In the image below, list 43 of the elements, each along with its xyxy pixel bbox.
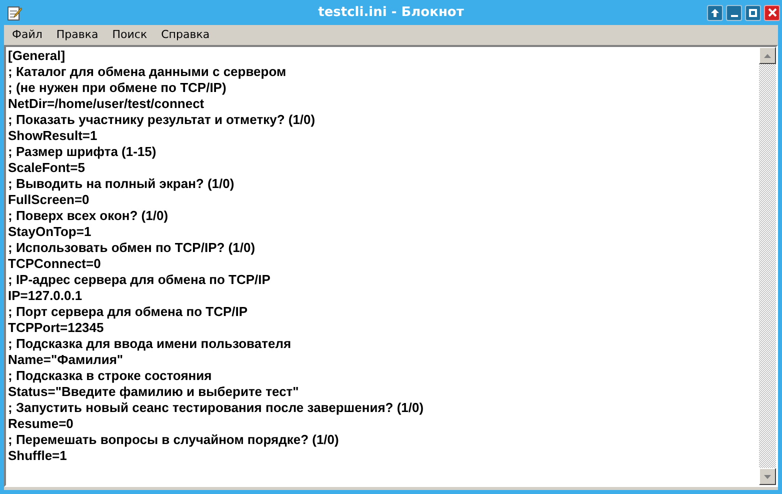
text-line: TCPConnect=0 — [8, 256, 101, 272]
text-line: ; Выводить на полный экран? (1/0) — [8, 176, 234, 192]
menu-item[interactable]: Справка — [155, 26, 216, 44]
text-line: ; Порт сервера для обмена по TCP/IP — [8, 304, 248, 320]
text-line: ; IP-адрес сервера для обмена по TCP/IP — [8, 272, 270, 288]
text-line: FullScreen=0 — [8, 192, 90, 208]
up-arrow-icon — [710, 8, 720, 18]
text-line: ; Запустить новый сеанс тестирования после завершения? (1/0) — [8, 400, 424, 416]
text-line: ShowResult=1 — [8, 128, 98, 144]
text-line: ; Подсказка в строке состояния — [8, 368, 212, 384]
text-line: Status="Введите фамилию и выберите тест" — [8, 384, 299, 400]
scroll-bar[interactable] — [759, 47, 776, 485]
close-icon — [768, 8, 776, 17]
text-line: ScaleFont=5 — [8, 160, 85, 176]
text-line: NetDir=/home/user/test/connect — [8, 96, 204, 112]
menu-item[interactable]: Поиск — [106, 26, 154, 44]
text-line: IP=127.0.0.1 — [8, 288, 82, 304]
menu-item[interactable]: Файл — [6, 26, 48, 44]
close-button[interactable] — [764, 4, 780, 20]
text-line: StayOnTop=1 — [8, 224, 92, 240]
text-line: ; Подсказка для ввода имени пользователя — [8, 336, 292, 352]
down-triangle-icon — [764, 474, 771, 478]
minimize-button[interactable] — [726, 4, 742, 20]
up-arrow-button[interactable] — [707, 4, 723, 20]
text-line: ; (не нужен при обмене по TCP/IP) — [8, 80, 226, 96]
text-line: ; Размер шрифта (1-15) — [8, 144, 156, 160]
text-line: Shuffle=1 — [8, 448, 67, 464]
text-line: Name="Фамилия" — [8, 352, 124, 368]
text-line: [General] — [8, 48, 66, 64]
up-triangle-icon — [764, 54, 771, 58]
text-line: ; Поверх всех окон? (1/0) — [8, 208, 168, 224]
menu-item[interactable]: Правка — [50, 26, 104, 44]
text-line: ; Использовать обмен по TCP/IP? (1/0) — [8, 240, 256, 256]
text-line: ; Перемешать вопросы в случайном порядке? (1/0) — [8, 432, 339, 448]
text-line: Resume=0 — [8, 416, 74, 432]
notepad-icon — [6, 4, 22, 20]
text-line: TCPPort=12345 — [8, 320, 104, 336]
window-title: testcli.ini - Блокнот — [318, 4, 464, 22]
scroll-down-button[interactable] — [759, 468, 776, 485]
maximize-button[interactable] — [745, 4, 761, 20]
text-line: ; Показать участнику результат и отметку? (1/0) — [8, 112, 316, 128]
scroll-up-button[interactable] — [759, 47, 776, 64]
text-line: ; Каталог для обмена данными с сервером — [8, 64, 286, 80]
